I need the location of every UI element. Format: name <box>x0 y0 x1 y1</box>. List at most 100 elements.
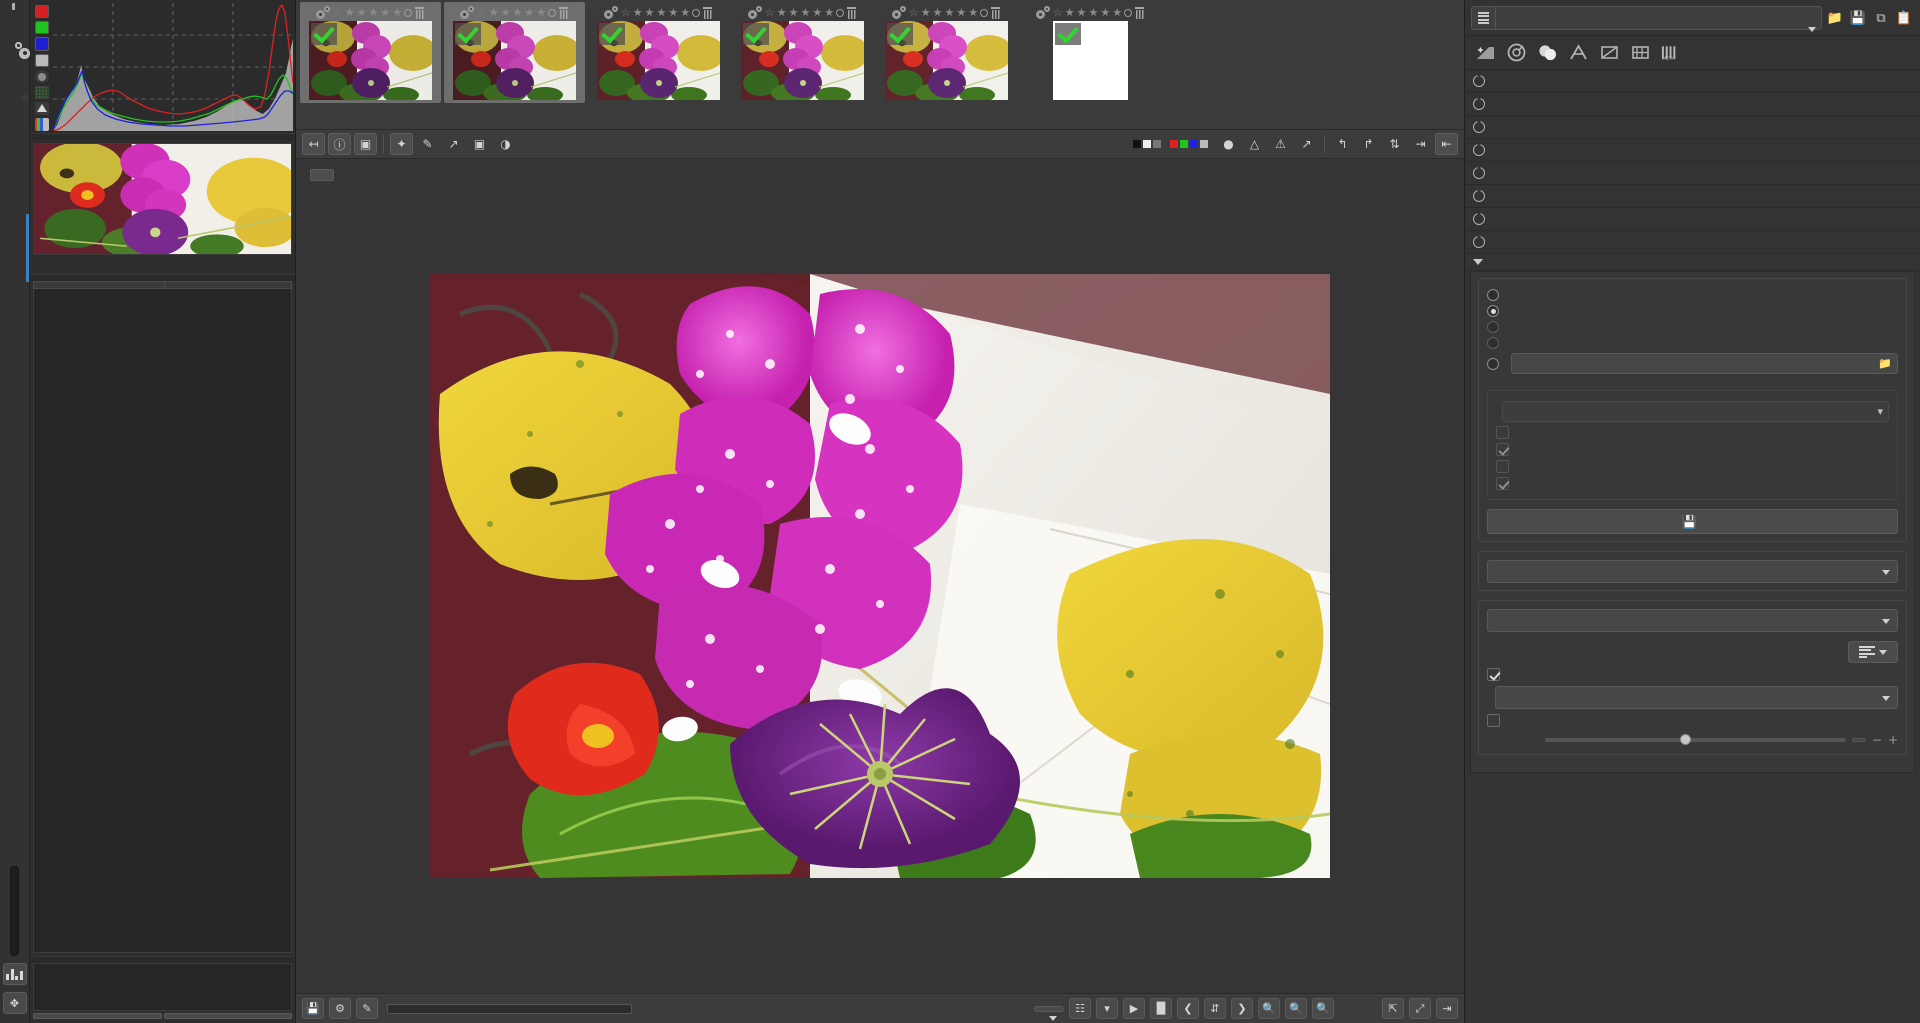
history-list[interactable] <box>33 289 292 953</box>
warning-icon-button[interactable]: ⚠ <box>1269 133 1292 155</box>
move-tool-icon[interactable]: ✥ <box>2 992 27 1014</box>
info-button[interactable]: ⓘ <box>328 133 351 155</box>
filmstrip-thumbnail[interactable]: ☆ ★ ★ ★ ★ ★ <box>732 2 873 103</box>
rank-star-icon[interactable]: ★ <box>345 7 355 18</box>
rank-star-icon[interactable]: ★ <box>369 7 379 18</box>
indicate-clipped-shadows-button[interactable]: ● <box>1217 133 1240 155</box>
history-snapshot-last-saved[interactable] <box>165 282 291 288</box>
zoom-in-button[interactable]: 🔍 <box>1285 998 1307 1019</box>
snapshots-list[interactable] <box>33 963 292 1011</box>
indicate-clipped-highlights-button[interactable]: △ <box>1243 133 1266 155</box>
history-entry-photo-loaded[interactable] <box>34 282 165 288</box>
rank-star-icon[interactable]: ★ <box>801 7 811 18</box>
blue-channel-icon[interactable] <box>35 37 49 51</box>
rank-star-icon[interactable]: ★ <box>380 7 390 18</box>
zoom-fit-button[interactable]: 🔍 <box>1312 998 1334 1019</box>
detail-tab-icon[interactable] <box>1506 42 1527 62</box>
rank-star-icon[interactable]: ★ <box>812 7 822 18</box>
rank-star-icon[interactable]: ☆ <box>1053 7 1063 18</box>
trash-icon[interactable] <box>414 6 425 19</box>
gears-icon[interactable] <box>459 6 475 19</box>
rank-star-icon[interactable]: ★ <box>680 7 690 18</box>
raw-channel-icon[interactable] <box>35 85 49 99</box>
red-channel-icon[interactable] <box>35 5 49 19</box>
unrank-circle-icon[interactable] <box>548 8 557 17</box>
preview-mode-button[interactable]: ▶ <box>1123 998 1145 1019</box>
navigator-preview[interactable] <box>33 143 292 255</box>
luminance-channel-icon[interactable] <box>35 53 49 67</box>
rank-star-icon[interactable]: ★ <box>489 7 499 18</box>
save-reference-image-button[interactable]: 💾 <box>1487 509 1898 534</box>
checkbox-icon[interactable] <box>1487 668 1500 681</box>
processing-profile-select[interactable] <box>1471 6 1822 32</box>
crop-button[interactable]: ▣ <box>468 133 491 155</box>
working-profile-select[interactable] <box>1487 560 1898 583</box>
gears-icon[interactable] <box>1035 6 1051 19</box>
filmstrip-thumbnail[interactable]: ☆ ★ ★ ★ ★ ★ <box>876 2 1017 103</box>
clipping-indicator-swatches[interactable] <box>1133 140 1161 148</box>
rank-star-icon[interactable]: ★ <box>1077 7 1087 18</box>
input-profile-option-no-profile[interactable] <box>1487 287 1898 303</box>
custom-profile-field[interactable]: 📁 <box>1511 353 1898 374</box>
power-icon[interactable] <box>1473 121 1485 133</box>
power-icon[interactable] <box>1473 75 1485 87</box>
rendering-intent-select[interactable] <box>1848 641 1898 663</box>
rank-star-icon[interactable]: ★ <box>357 7 367 18</box>
rank-star-icon[interactable]: ★ <box>524 7 534 18</box>
rank-star-icon[interactable]: ☆ <box>765 7 775 18</box>
bar-display-icon[interactable] <box>35 117 49 131</box>
folder-icon[interactable]: 📁 <box>1878 357 1892 370</box>
raw-tab-icon[interactable] <box>1630 42 1651 62</box>
radio-icon[interactable] <box>1487 305 1499 317</box>
power-icon[interactable] <box>1473 190 1485 202</box>
power-icon[interactable] <box>1473 213 1485 225</box>
tool-white-balance[interactable] <box>1465 70 1920 93</box>
free-gamma-row[interactable] <box>1487 712 1898 729</box>
filmstrip-thumbnail[interactable]: ☆ ★ ★ ★ ★ ★ <box>300 2 441 103</box>
flip-horizontal-button[interactable]: ⇅ <box>1383 133 1406 155</box>
tone-curve-button[interactable]: ↗ <box>1295 133 1318 155</box>
tool-vibrance[interactable] <box>1465 93 1920 116</box>
decrement-icon[interactable]: − <box>1872 733 1882 747</box>
rank-star-icon[interactable]: ★ <box>933 7 943 18</box>
rank-star-icon[interactable]: ★ <box>789 7 799 18</box>
rank-star-icon[interactable]: ☆ <box>477 7 487 18</box>
filmstrip-thumbnail[interactable]: ☆ ★ ★ ★ ★ ★ <box>588 2 729 103</box>
channel-indicator-swatches[interactable] <box>1170 140 1208 148</box>
rank-star-icon[interactable]: ★ <box>513 7 523 18</box>
input-profile-option-use-embedded[interactable] <box>1487 303 1898 319</box>
chromaticity-channel-icon[interactable] <box>35 69 49 83</box>
fullscreen-button[interactable]: ⤢ <box>1409 998 1431 1019</box>
rank-star-icon[interactable]: ★ <box>968 7 978 18</box>
black-point-compensation-row[interactable] <box>1487 666 1898 683</box>
radio-icon[interactable] <box>1487 289 1499 301</box>
advanced-tab-icon[interactable] <box>1568 42 1589 62</box>
trash-icon[interactable] <box>990 6 1001 19</box>
trash-icon[interactable] <box>1134 6 1145 19</box>
unrank-circle-icon[interactable] <box>1124 8 1133 17</box>
metadata-tab-icon[interactable]: META <box>1661 42 1682 62</box>
prev-image-button[interactable]: ❮ <box>1177 998 1199 1019</box>
zoom-out-button[interactable]: 🔍 <box>1258 998 1280 1019</box>
rank-star-icon[interactable]: ☆ <box>333 7 343 18</box>
tool-rgb-curves[interactable] <box>1465 208 1920 231</box>
monitor-profile-select[interactable] <box>1034 1005 1064 1021</box>
queue-button[interactable]: ⚙ <box>329 998 351 1019</box>
rank-star-icon[interactable]: ★ <box>1089 7 1099 18</box>
unrank-circle-icon[interactable] <box>980 8 989 17</box>
rank-star-icon[interactable]: ★ <box>633 7 643 18</box>
preview-mask-button[interactable]: █ <box>1150 998 1172 1019</box>
gears-icon[interactable] <box>315 6 331 19</box>
save-button[interactable]: 💾 <box>302 998 324 1019</box>
straighten-button[interactable]: ↗ <box>442 133 465 155</box>
thumbnail-image[interactable] <box>885 21 1008 100</box>
rank-star-icon[interactable]: ☆ <box>621 7 631 18</box>
trash-icon[interactable] <box>846 6 857 19</box>
filmstrip-thumbnail[interactable]: ☆ ★ ★ ★ ★ ★ <box>1020 2 1161 103</box>
rank-star-icon[interactable]: ★ <box>668 7 678 18</box>
sidebar-item-editor[interactable] <box>11 98 19 125</box>
sidebar-item-queue[interactable] <box>11 42 30 76</box>
transform-tab-icon[interactable] <box>1599 42 1620 62</box>
rank-star-icon[interactable]: ★ <box>824 7 834 18</box>
unrank-circle-icon[interactable] <box>836 8 845 17</box>
